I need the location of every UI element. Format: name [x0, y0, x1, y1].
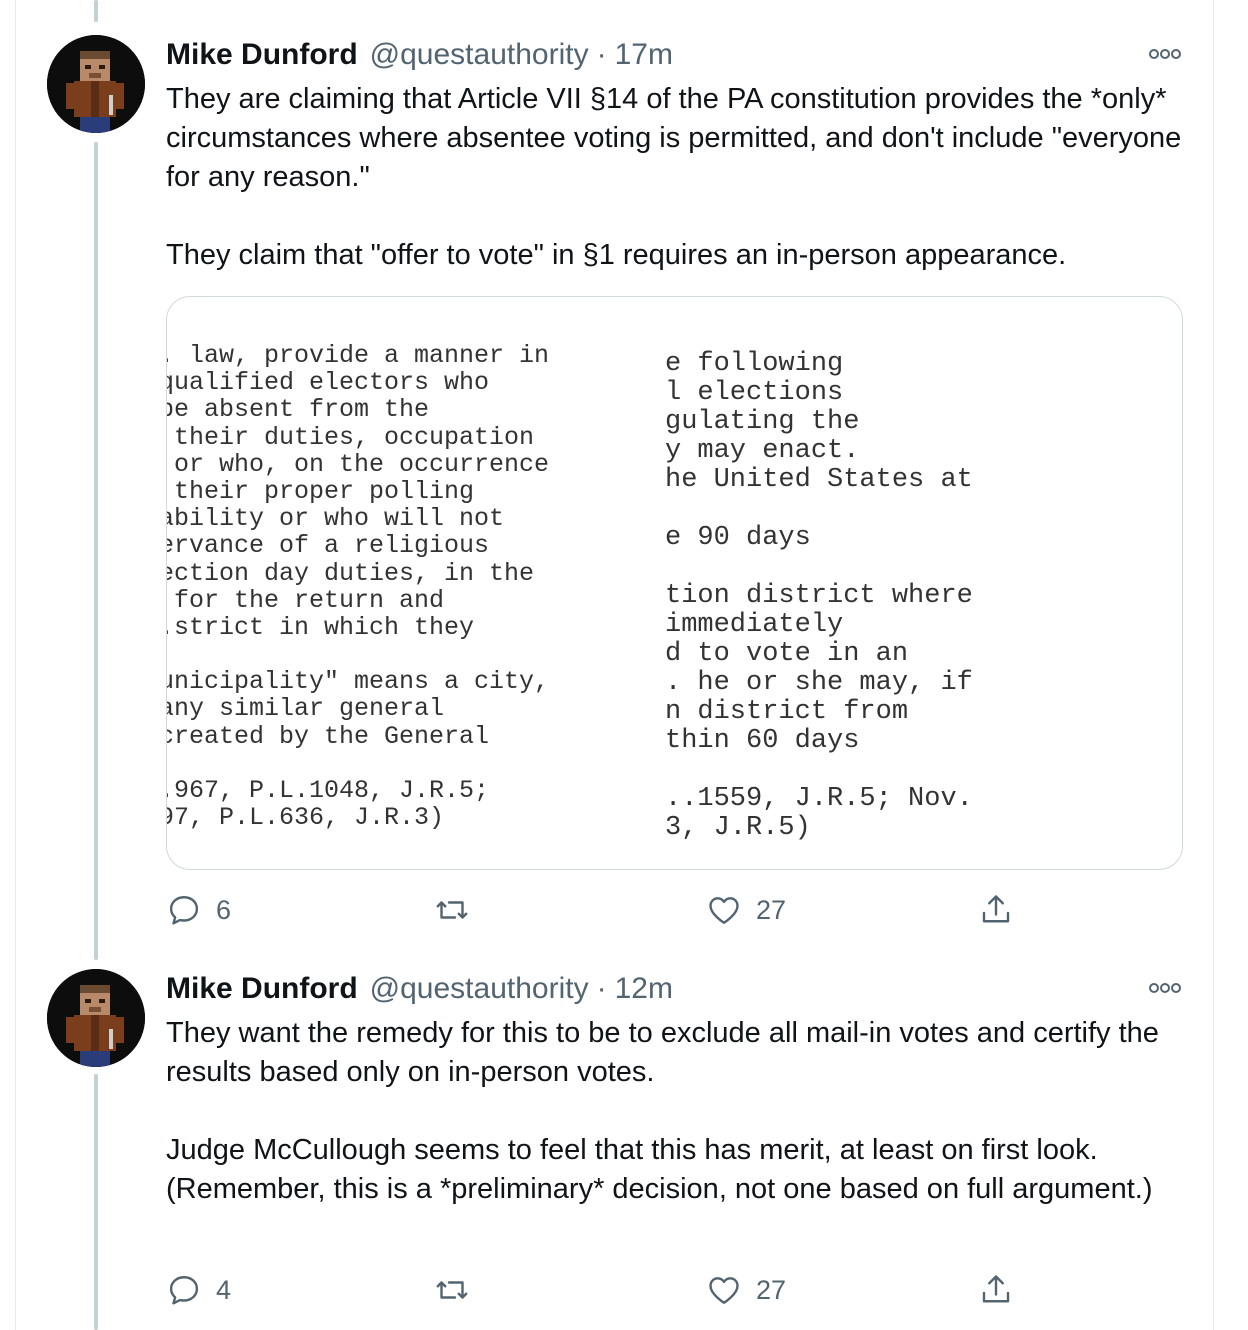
- tweet[interactable]: Mike Dunford @questauthority · 17m They …: [0, 0, 1248, 960]
- document-text-line: be absent from the: [166, 395, 430, 425]
- author-name[interactable]: Mike Dunford: [166, 972, 358, 1006]
- author-handle[interactable]: @questauthority: [370, 972, 589, 1006]
- document-text-line: e 90 days: [665, 523, 811, 553]
- avatar[interactable]: [47, 969, 145, 1067]
- retweet-button[interactable]: [434, 1270, 484, 1310]
- document-text-line: tion district where: [665, 581, 973, 611]
- document-text-line: ection day duties, in the: [166, 558, 535, 588]
- document-text-line: .strict in which they: [166, 612, 475, 642]
- document-text-line: unicipality" means a city,: [166, 667, 550, 697]
- more-icon: [1149, 983, 1181, 993]
- document-text-line: he United States at: [665, 465, 973, 495]
- tweet-paragraph: Judge McCullough seems to feel that this…: [166, 1134, 1153, 1205]
- document-text-line: [665, 755, 973, 784]
- reply-count: 6: [216, 894, 232, 925]
- avatar-image: [47, 969, 145, 1067]
- timestamp[interactable]: 17m: [615, 38, 673, 72]
- like-button[interactable]: 27: [706, 890, 786, 930]
- document-text-line: e following: [665, 349, 844, 379]
- document-right-column: e following l elections gulating the y may …: [665, 349, 973, 843]
- document-text-line: n district from: [665, 697, 909, 727]
- retweet-button[interactable]: [434, 890, 484, 930]
- more-button[interactable]: [1146, 978, 1186, 998]
- retweet-icon: [436, 1281, 468, 1299]
- document-text-line: [665, 552, 973, 581]
- share-button[interactable]: [978, 1270, 1014, 1310]
- reply-icon: [169, 1276, 199, 1305]
- tweet-text: They want the remedy for this to be to e…: [166, 1014, 1186, 1209]
- tweet-paragraph: They are claiming that Article VII §14 o…: [166, 83, 1182, 193]
- tweet-paragraph: They claim that "offer to vote" in §1 re…: [166, 239, 1067, 271]
- tweet-paragraph: They want the remedy for this to be to e…: [166, 1017, 1159, 1088]
- document-text-line: gulating the: [665, 407, 860, 437]
- document-text-line: ..1559, J.R.5; Nov.: [665, 784, 973, 814]
- more-button[interactable]: [1146, 44, 1186, 64]
- document-text-line: . law, provide a manner in: [166, 341, 550, 370]
- document-text-line: [167, 749, 549, 776]
- separator: ·: [596, 972, 607, 1005]
- avatar[interactable]: [47, 35, 145, 133]
- author-name[interactable]: Mike Dunford: [166, 38, 358, 72]
- document-text-line: y may enact.: [665, 436, 860, 466]
- like-button[interactable]: 27: [706, 1270, 786, 1310]
- document-text-line: their duties, occupation: [166, 422, 535, 452]
- reply-button[interactable]: 4: [166, 1270, 231, 1310]
- like-icon: [709, 897, 739, 924]
- like-count: 27: [756, 1274, 787, 1305]
- tweet-actions: 4 27: [166, 1270, 1066, 1310]
- document-text-line: thin 60 days: [665, 726, 860, 756]
- document-text-line: .967, P.L.1048, J.R.5;: [166, 776, 490, 805]
- like-count: 27: [756, 894, 787, 925]
- document-text-line: [665, 494, 973, 523]
- retweet-icon: [436, 901, 468, 919]
- reply-icon: [169, 896, 199, 925]
- document-text-line: d to vote in an: [665, 639, 909, 669]
- document-text-line: for the return and: [166, 585, 445, 615]
- tweet-media-image[interactable]: . law, provide a manner in qualified elec…: [166, 296, 1183, 870]
- tweet[interactable]: Mike Dunford @questauthority · 12m They …: [0, 960, 1248, 1330]
- document-text-line: . he or she may, if: [665, 668, 973, 698]
- tweet-text: They are claiming that Article VII §14 o…: [166, 80, 1186, 275]
- document-text-line: 3, J.R.5): [665, 813, 811, 843]
- share-icon: [982, 895, 1010, 923]
- document-text-line: any similar general: [166, 694, 445, 724]
- document-text-line: l elections: [665, 378, 844, 408]
- separator: ·: [596, 38, 607, 71]
- document-text-line: 97, P.L.636, J.R.3): [166, 803, 445, 833]
- avatar-image: [47, 35, 145, 133]
- timestamp[interactable]: 12m: [615, 972, 673, 1006]
- reply-count: 4: [216, 1274, 232, 1305]
- share-icon: [982, 1275, 1010, 1303]
- document-left-column: . law, provide a manner in qualified elec…: [166, 341, 550, 833]
- share-button[interactable]: [978, 890, 1014, 930]
- tweet-actions: 6 27: [166, 890, 1066, 930]
- reply-button[interactable]: 6: [166, 890, 231, 930]
- document-text-line: their proper polling: [166, 476, 475, 506]
- document-text-line: ervance of a religious: [166, 531, 490, 561]
- document-text-line: immediately: [665, 610, 844, 640]
- document-text-line: created by the General: [166, 721, 490, 751]
- tweet-header: Mike Dunford @questauthority · 12m: [166, 969, 673, 1009]
- document-text-line: ability or who will not: [166, 504, 505, 534]
- more-icon: [1149, 49, 1181, 59]
- document-text-line: qualified electors who: [166, 368, 490, 398]
- document-text-line: or who, on the occurrence: [166, 449, 550, 479]
- like-icon: [709, 1277, 739, 1304]
- author-handle[interactable]: @questauthority: [370, 38, 589, 72]
- document-text-line: [167, 640, 549, 667]
- tweet-header: Mike Dunford @questauthority · 17m: [166, 35, 673, 75]
